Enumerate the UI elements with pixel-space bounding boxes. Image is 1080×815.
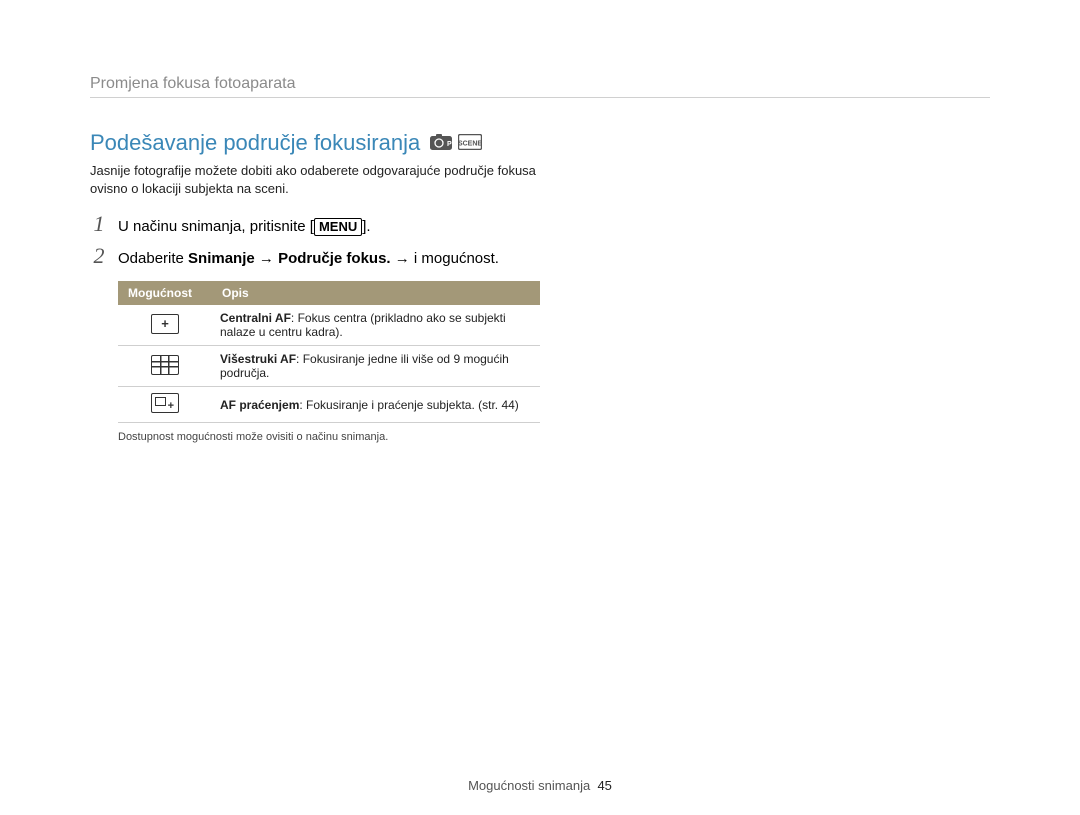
- table-row: AF praćenjem: Fokusiranje i praćenje sub…: [118, 387, 540, 423]
- scene-icon: SCENE: [458, 130, 482, 156]
- af-tracking-icon: [151, 393, 179, 413]
- step-prefix: U načinu snimanja, pritisnite [: [118, 218, 314, 235]
- table-header-option: Mogućnost: [118, 281, 212, 305]
- intro-text: Jasnije fotografije možete dobiti ako od…: [90, 162, 560, 197]
- step-prefix: Odaberite: [118, 250, 188, 267]
- step-bold: Snimanje → Područje fokus.: [188, 250, 391, 267]
- options-table: Mogućnost Opis Centralni AF: Fokus centr…: [118, 281, 540, 423]
- step-1: 1 U načinu snimanja, pritisnite [MENU].: [90, 211, 990, 237]
- footer-label: Mogućnosti snimanja: [468, 778, 590, 793]
- step-suffix: ].: [362, 218, 370, 235]
- camera-p-icon: P: [430, 130, 452, 156]
- page-footer: Mogućnosti snimanja 45: [0, 778, 1080, 793]
- section-title-text: Podešavanje područje fokusiranja: [90, 130, 420, 156]
- step-suffix: → i mogućnost.: [391, 250, 499, 267]
- breadcrumb: Promjena fokusa fotoaparata: [90, 75, 990, 98]
- table-row: Višestruki AF: Fokusiranje jedne ili viš…: [118, 346, 540, 387]
- table-header-description: Opis: [212, 281, 540, 305]
- step-text: Odaberite Snimanje → Područje fokus. → i…: [118, 250, 499, 267]
- option-name: Višestruki AF: [220, 352, 296, 366]
- menu-button-label: MENU: [314, 218, 362, 236]
- table-cell-description: Višestruki AF: Fokusiranje jedne ili viš…: [212, 346, 540, 387]
- option-desc: : Fokusiranje i praćenje subjekta. (str.…: [299, 398, 518, 412]
- option-name: Centralni AF: [220, 311, 291, 325]
- table-row: Centralni AF: Fokus centra (prikladno ak…: [118, 305, 540, 346]
- af-multi-icon: [151, 355, 179, 375]
- option-name: AF praćenjem: [220, 398, 299, 412]
- section-heading: Podešavanje područje fokusiranja P SCENE: [90, 130, 990, 156]
- step-2: 2 Odaberite Snimanje → Područje fokus. →…: [90, 243, 990, 269]
- step-number: 1: [90, 211, 108, 237]
- page-number: 45: [597, 778, 611, 793]
- step-number: 2: [90, 243, 108, 269]
- table-cell-description: Centralni AF: Fokus centra (prikladno ak…: [212, 305, 540, 346]
- af-center-icon: [151, 314, 179, 334]
- step-text: U načinu snimanja, pritisnite [MENU].: [118, 218, 371, 236]
- svg-text:P: P: [447, 141, 452, 148]
- footnote: Dostupnost mogućnosti može ovisiti o nač…: [118, 431, 990, 443]
- table-cell-description: AF praćenjem: Fokusiranje i praćenje sub…: [212, 387, 540, 423]
- svg-text:SCENE: SCENE: [458, 141, 482, 148]
